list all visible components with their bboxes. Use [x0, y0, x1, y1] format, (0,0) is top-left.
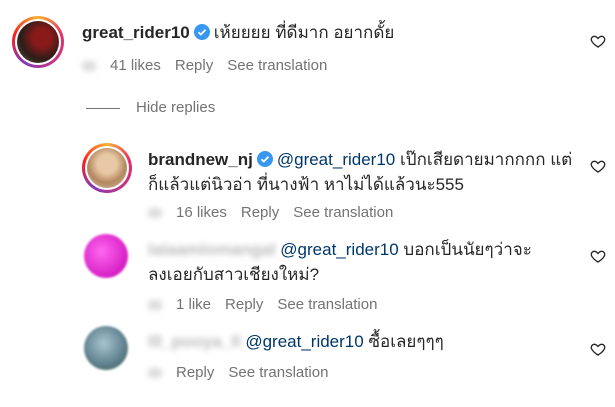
reply-text: เป๊กเสียดายมากกกก แต่ [399, 150, 573, 169]
hide-replies-label: Hide replies [136, 99, 216, 116]
mention-link[interactable]: @great_rider10 [280, 240, 398, 259]
avatar[interactable] [84, 326, 128, 370]
see-translation-button[interactable]: See translation [228, 364, 328, 381]
heart-icon[interactable] [590, 33, 606, 49]
see-translation-button[interactable]: See translation [227, 57, 327, 74]
see-translation-button[interactable]: See translation [277, 296, 377, 313]
avatar[interactable] [12, 16, 64, 68]
verified-badge-icon [193, 24, 210, 40]
avatar[interactable] [82, 143, 132, 193]
reply-username[interactable]: lll_pooya_ll [148, 332, 241, 351]
reply-text: ซื้อเลยๆๆๆ [368, 332, 444, 351]
hide-replies-toggle[interactable]: Hide replies [86, 99, 215, 116]
reply-time [148, 208, 162, 219]
reply-time [148, 300, 162, 311]
heart-icon[interactable] [590, 341, 606, 357]
comment-username[interactable]: great_rider10 [82, 23, 190, 42]
reply-username[interactable]: brandnew_nj [148, 150, 253, 169]
comment-text: เห้ยยยย ที่ดีมาก อยากดั้ย [213, 23, 395, 42]
likes-count[interactable]: 41 likes [110, 57, 161, 74]
reply-time [148, 368, 162, 379]
comment-time [82, 61, 96, 72]
mention-link[interactable]: @great_rider10 [245, 332, 363, 351]
likes-count[interactable]: 16 likes [176, 204, 227, 221]
likes-count[interactable]: 1 like [176, 296, 211, 313]
divider-line [86, 107, 120, 109]
heart-icon[interactable] [590, 158, 606, 174]
heart-icon[interactable] [590, 248, 606, 264]
reply-text: บอกเป็นนัยๆว่าจะ [403, 240, 532, 259]
reply-text-continued: ลงเอยกับสาวเชียงใหม่? [148, 265, 320, 284]
see-translation-button[interactable]: See translation [293, 204, 393, 221]
reply-username[interactable]: lalaamlomangal [148, 240, 276, 259]
reply-button[interactable]: Reply [176, 364, 214, 381]
reply-button[interactable]: Reply [225, 296, 263, 313]
verified-badge-icon [256, 151, 273, 167]
reply-button[interactable]: Reply [241, 204, 279, 221]
mention-link[interactable]: @great_rider10 [277, 150, 395, 169]
reply-button[interactable]: Reply [175, 57, 213, 74]
reply-text-continued: ก็แล้วแต่นิวอ่า ที่นางฟ้า หาไม่ได้แล้วนะ… [148, 175, 464, 194]
avatar[interactable] [84, 234, 128, 278]
